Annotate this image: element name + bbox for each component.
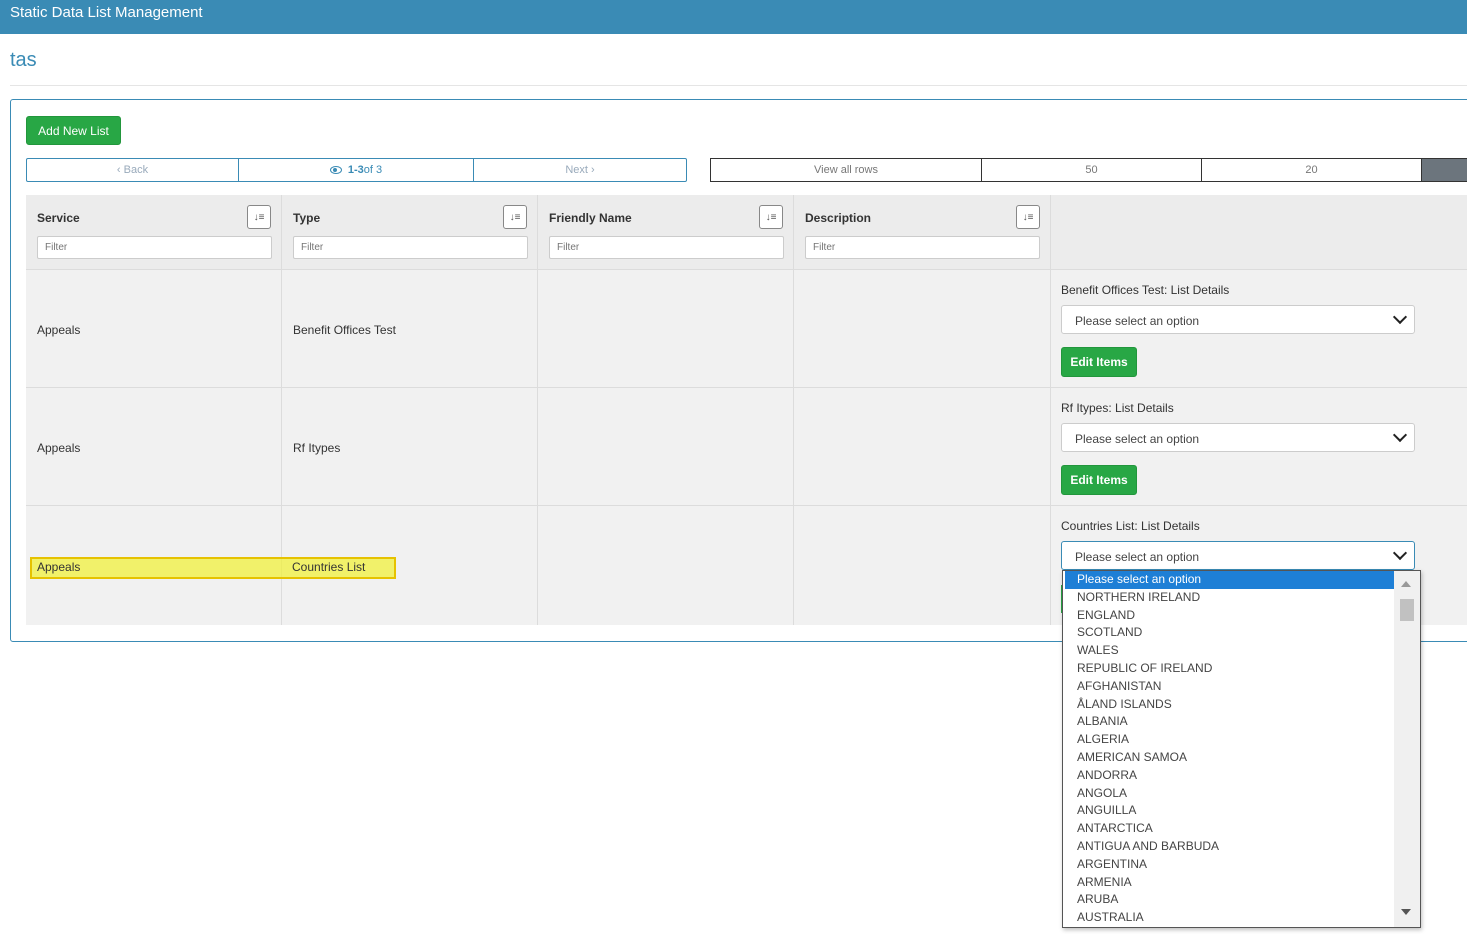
add-new-list-button[interactable]: Add New List: [26, 116, 121, 145]
country-options-listbox[interactable]: Please select an option NORTHERN IRELAND E…: [1062, 570, 1421, 928]
table-cell: [794, 506, 1050, 625]
dropdown-option[interactable]: AUSTRALIA: [1063, 909, 1394, 927]
list-option-select[interactable]: Please select an option: [1061, 423, 1415, 452]
app-title: Static Data List Management: [10, 4, 203, 21]
sort-alpha-icon[interactable]: ↓≡: [1016, 205, 1040, 229]
select-value: Please select an option: [1075, 550, 1200, 564]
dropdown-option[interactable]: ALBANIA: [1063, 713, 1394, 731]
list-details-cell: Benefit Offices Test: List Details Pleas…: [1051, 270, 1467, 388]
sort-alpha-icon[interactable]: ↓≡: [503, 205, 527, 229]
highlighted-type: Countries List: [292, 560, 366, 574]
description-filter-input[interactable]: [805, 236, 1040, 259]
dropdown-option[interactable]: NORTHERN IRELAND: [1063, 589, 1394, 607]
list-details-cell: Rf Itypes: List Details Please select an…: [1051, 388, 1467, 506]
cell-text: Rf Itypes: [293, 441, 341, 455]
edit-items-button[interactable]: Edit Items: [1061, 347, 1137, 377]
dropdown-option[interactable]: WALES: [1063, 642, 1394, 660]
list-details-label: Rf Itypes: List Details: [1061, 401, 1174, 415]
table-cell: Appeals: [26, 270, 281, 388]
app-header: Static Data List Management: [0, 0, 1467, 34]
list-details-label: Countries List: List Details: [1061, 519, 1200, 533]
page-range: 1-3: [347, 164, 364, 176]
next-button[interactable]: Next ›: [474, 159, 686, 181]
column-header: Description ↓≡: [794, 195, 1050, 270]
table-cell: [794, 388, 1050, 506]
table-cell: [538, 388, 793, 506]
scroll-down-icon[interactable]: [1401, 909, 1411, 915]
dropdown-option[interactable]: ANTARCTICA: [1063, 820, 1394, 838]
sort-alpha-icon[interactable]: ↓≡: [247, 205, 271, 229]
eye-icon: [329, 166, 342, 174]
page-count: 1-3 of 3: [239, 159, 474, 181]
listbox-scrollbar[interactable]: [1394, 571, 1420, 927]
dropdown-option[interactable]: ARUBA: [1063, 891, 1394, 909]
sort-alpha-icon[interactable]: ↓≡: [759, 205, 783, 229]
chevron-down-icon: [1392, 309, 1408, 325]
column-header: Friendly Name ↓≡: [538, 195, 793, 270]
table-cell: [794, 270, 1050, 388]
dropdown-option[interactable]: REPUBLIC OF IRELAND: [1063, 660, 1394, 678]
column-title: Friendly Name: [549, 211, 632, 225]
chevron-down-icon: [1392, 427, 1408, 443]
column-friendly-name: Friendly Name ↓≡: [538, 195, 794, 625]
table-cell: Appeals: [26, 388, 281, 506]
column-list-details: Benefit Offices Test: List Details Pleas…: [1051, 195, 1467, 625]
dropdown-option[interactable]: ANTIGUA AND BARBUDA: [1063, 838, 1394, 856]
dropdown-option[interactable]: ANGOLA: [1063, 785, 1394, 803]
list-option-select[interactable]: Please select an option: [1061, 305, 1415, 334]
heading-divider: [10, 85, 1467, 86]
view-all-rows-button[interactable]: View all rows: [711, 159, 982, 181]
cell-text: Appeals: [37, 323, 81, 337]
friendly-name-filter-input[interactable]: [549, 236, 784, 259]
service-filter-input[interactable]: [37, 236, 272, 259]
column-title: Service: [37, 211, 80, 225]
dropdown-option[interactable]: ARGENTINA: [1063, 856, 1394, 874]
highlighted-service: Appeals: [37, 560, 81, 574]
select-value: Please select an option: [1075, 432, 1200, 446]
dropdown-option[interactable]: AMERICAN SAMOA: [1063, 749, 1394, 767]
scroll-up-icon[interactable]: [1401, 581, 1411, 587]
pagination-bar: ‹ Back 1-3 of 3 Next ›: [26, 158, 687, 182]
dropdown-option[interactable]: ARMENIA: [1063, 874, 1394, 892]
dropdown-option[interactable]: SCOTLAND: [1063, 624, 1394, 642]
rows-50-button[interactable]: 50: [982, 159, 1202, 181]
rows-20-button[interactable]: 20: [1202, 159, 1422, 181]
page-title: tas: [10, 49, 37, 71]
back-button[interactable]: ‹ Back: [27, 159, 239, 181]
list-option-select[interactable]: Please select an option: [1061, 541, 1415, 570]
list-details-label: Benefit Offices Test: List Details: [1061, 283, 1230, 297]
row-highlight: Appeals Countries List: [30, 557, 396, 579]
scroll-thumb[interactable]: [1400, 599, 1414, 621]
options-list: Please select an option NORTHERN IRELAND E…: [1063, 571, 1394, 927]
dropdown-option[interactable]: ÅLAND ISLANDS: [1063, 696, 1394, 714]
edit-items-button[interactable]: Edit Items: [1061, 465, 1137, 495]
column-title: Type: [293, 211, 321, 225]
select-value: Please select an option: [1075, 314, 1200, 328]
dropdown-option[interactable]: ANGUILLA: [1063, 802, 1394, 820]
rows-per-page-bar: View all rows 50 20: [710, 158, 1467, 182]
dropdown-option[interactable]: ENGLAND: [1063, 607, 1394, 625]
dropdown-option[interactable]: Please select an option: [1065, 571, 1394, 589]
column-header: Type ↓≡: [282, 195, 537, 270]
column-description: Description ↓≡: [794, 195, 1051, 625]
cell-text: Appeals: [37, 441, 81, 455]
dropdown-option[interactable]: ANDORRA: [1063, 767, 1394, 785]
rows-active-button[interactable]: [1422, 159, 1467, 181]
dropdown-option[interactable]: AFGHANISTAN: [1063, 678, 1394, 696]
table-cell: Rf Itypes: [282, 388, 537, 506]
column-header: [1051, 195, 1467, 270]
chevron-down-icon: [1392, 545, 1408, 561]
table-cell: Benefit Offices Test: [282, 270, 537, 388]
type-filter-input[interactable]: [293, 236, 528, 259]
table-cell: [538, 270, 793, 388]
cell-text: Benefit Offices Test: [293, 323, 396, 337]
column-header: Service ↓≡: [26, 195, 281, 270]
dropdown-option[interactable]: ALGERIA: [1063, 731, 1394, 749]
column-title: Description: [805, 211, 872, 225]
table-cell: [538, 506, 793, 625]
page-total: of 3: [363, 164, 383, 176]
